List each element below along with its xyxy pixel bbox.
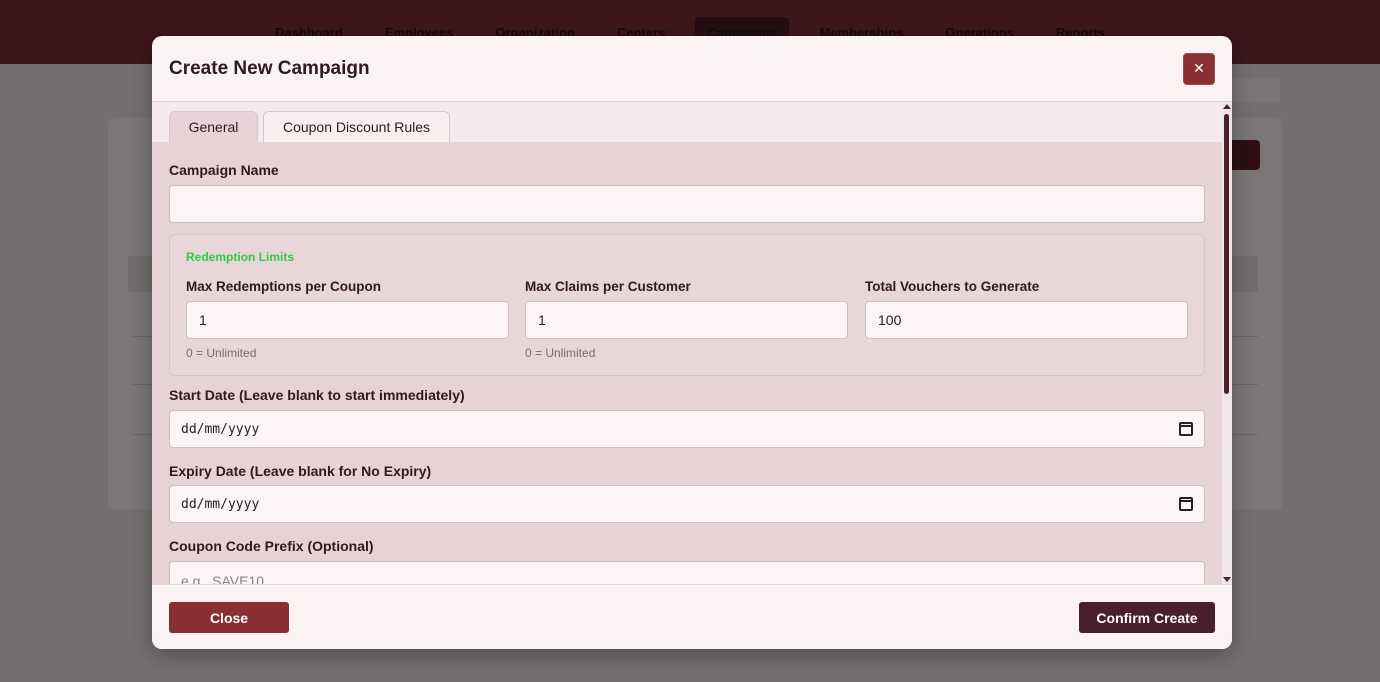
campaign-name-label: Campaign Name [169, 162, 279, 178]
close-button[interactable]: Close [169, 602, 289, 633]
start-date-label: Start Date (Leave blank to start immedia… [169, 387, 465, 403]
calendar-icon[interactable] [1179, 497, 1193, 511]
close-icon[interactable]: ✕ [1183, 52, 1215, 85]
start-date-placeholder: dd/mm/yyyy [181, 421, 260, 437]
total-vouchers-input[interactable]: 100 [865, 301, 1188, 339]
modal-footer: Close Confirm Create [152, 584, 1232, 649]
modal-scrollbar[interactable] [1222, 102, 1232, 584]
scroll-thumb[interactable] [1224, 114, 1229, 394]
calendar-icon[interactable] [1179, 422, 1193, 436]
coupon-prefix-input[interactable]: e.g., SAVE10 [169, 561, 1205, 584]
expiry-date-placeholder: dd/mm/yyyy [181, 496, 260, 512]
scroll-down-arrow-icon[interactable] [1223, 577, 1231, 582]
start-date-input[interactable]: dd/mm/yyyy [169, 410, 1205, 448]
create-campaign-modal: Create New Campaign ✕ General Coupon Dis… [152, 36, 1232, 649]
max-claims-label: Max Claims per Customer [525, 279, 691, 294]
modal-body: General Coupon Discount Rules Campaign N… [152, 102, 1232, 584]
redemption-limits-section: Redemption Limits Max Redemptions per Co… [169, 234, 1205, 376]
tab-coupon-discount-rules[interactable]: Coupon Discount Rules [263, 111, 450, 142]
expiry-date-label: Expiry Date (Leave blank for No Expiry) [169, 463, 432, 479]
redemption-limits-title: Redemption Limits [186, 250, 295, 264]
general-form: Campaign Name Redemption Limits Max Rede… [152, 142, 1222, 584]
tabs-bar: General Coupon Discount Rules [152, 102, 1232, 142]
scroll-up-arrow-icon[interactable] [1223, 104, 1231, 109]
max-redemptions-hint: 0 = Unlimited [186, 346, 257, 360]
max-claims-input[interactable]: 1 [525, 301, 848, 339]
expiry-date-input[interactable]: dd/mm/yyyy [169, 485, 1205, 523]
campaign-name-input[interactable] [169, 185, 1205, 223]
coupon-prefix-label: Coupon Code Prefix (Optional) [169, 538, 374, 554]
modal-header: Create New Campaign ✕ [152, 36, 1232, 102]
confirm-create-button[interactable]: Confirm Create [1079, 602, 1215, 633]
total-vouchers-label: Total Vouchers to Generate [865, 279, 1040, 294]
max-redemptions-label: Max Redemptions per Coupon [186, 279, 382, 294]
modal-title: Create New Campaign [169, 57, 370, 79]
max-claims-hint: 0 = Unlimited [525, 346, 596, 360]
tab-general[interactable]: General [169, 111, 258, 142]
max-redemptions-input[interactable]: 1 [186, 301, 509, 339]
